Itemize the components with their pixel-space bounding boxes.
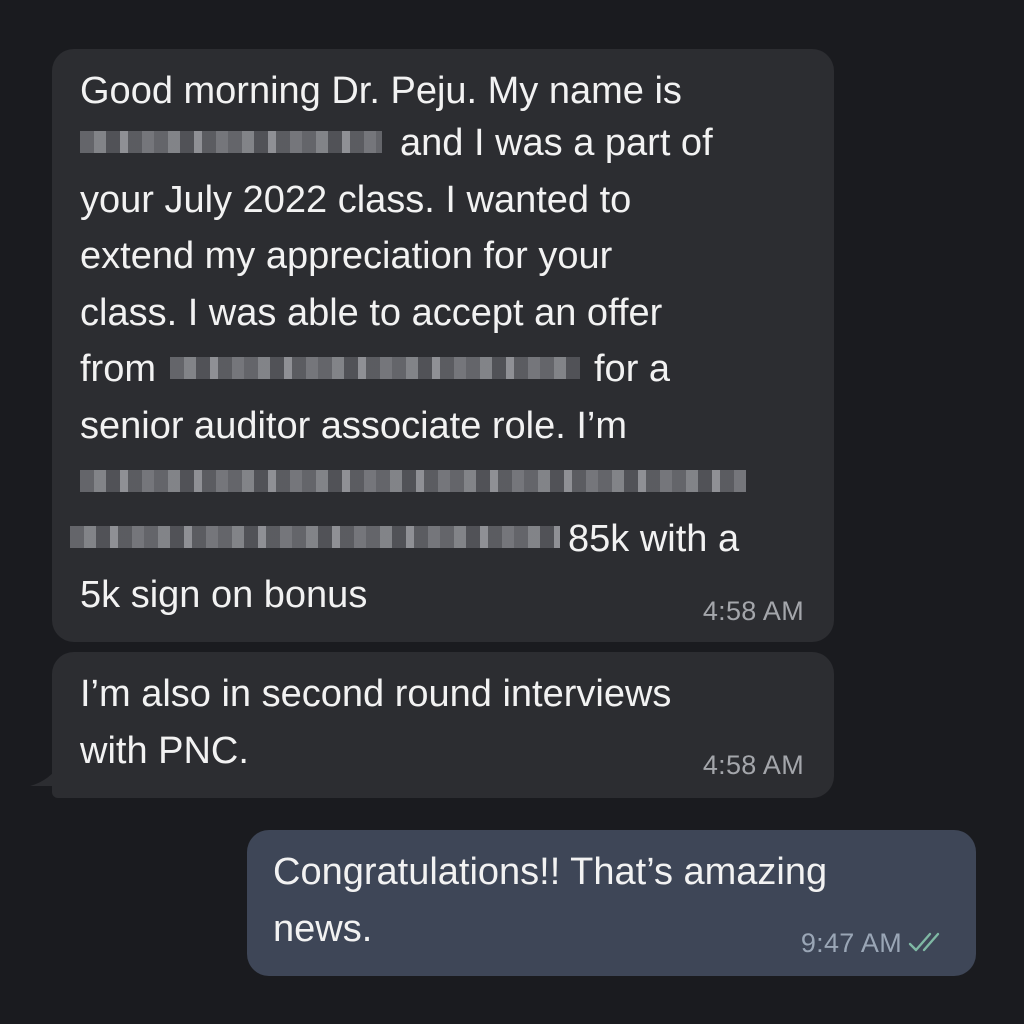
message-line: I’m also in second round interviews xyxy=(80,673,672,715)
redacted-text xyxy=(70,526,560,549)
redacted-text xyxy=(80,469,746,492)
message-line xyxy=(80,454,834,511)
message-timestamp: 4:58 AM xyxy=(702,750,804,780)
message-text: for a xyxy=(594,348,671,390)
message-line: and I was a part of xyxy=(80,115,834,172)
message-line: Good morning Dr. Peju. My name is xyxy=(80,70,682,112)
message-text: and I was a part of xyxy=(400,122,713,164)
redacted-name xyxy=(80,130,382,153)
outgoing-message-bubble[interactable]: Congratulations!! That’s amazing news. 9… xyxy=(247,830,976,976)
chat-view: Good morning Dr. Peju. My name is and I … xyxy=(0,0,1024,1024)
message-line: extend my appreciation for your xyxy=(80,235,613,277)
message-line: senior auditor associate role. I’m xyxy=(80,404,628,447)
message-timestamp: 9:47 AM xyxy=(800,928,902,958)
redacted-company xyxy=(170,356,580,379)
message-text: from xyxy=(80,348,156,390)
message-line: your July 2022 class. I wanted to xyxy=(80,178,632,221)
message-line: 85k with a xyxy=(70,511,834,568)
incoming-message-bubble[interactable]: I’m also in second round interviews with… xyxy=(52,652,834,798)
message-text: 85k with a xyxy=(568,517,740,560)
message-line: Congratulations!! That’s amazing xyxy=(273,851,828,893)
message-line: class. I was able to accept an offer xyxy=(80,291,663,334)
incoming-message-bubble[interactable]: Good morning Dr. Peju. My name is and I … xyxy=(52,49,834,642)
double-check-icon xyxy=(908,932,940,952)
message-line: from for a xyxy=(80,341,834,398)
message-timestamp: 4:58 AM xyxy=(702,596,804,626)
